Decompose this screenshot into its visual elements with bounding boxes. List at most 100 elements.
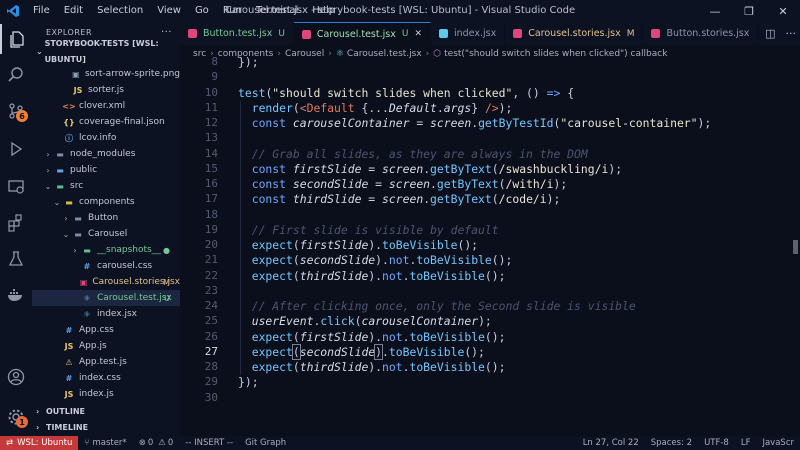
tree-item[interactable]: ⚛ index.jsx [32,306,180,322]
tab-button-stories-jsx[interactable]: Button.stories.jsx [643,22,759,45]
tree-item[interactable]: ⌄ ▬ src [32,178,180,194]
menu-item-go[interactable]: Go [188,0,216,22]
explorer-icon[interactable] [0,24,32,54]
menu-item-help[interactable]: Help [305,0,342,22]
line-number: 20 [204,238,218,251]
code-line[interactable]: // Grab all slides, as they are always i… [238,147,588,161]
close-icon[interactable]: ✕ [414,29,422,39]
remote-explorer-icon[interactable] [0,172,32,202]
file-type-icon: JS [73,85,83,95]
code-line[interactable]: expect(firstSlide).toBeVisible(); [238,238,478,252]
account-icon[interactable] [0,362,32,392]
outline-section[interactable]: › OUTLINE [32,404,180,420]
tree-item[interactable]: # index.css [32,370,180,386]
code-line[interactable]: test("should switch slides when clicked"… [238,86,574,100]
tree-item[interactable]: › ▬ node_modules [32,146,180,162]
tree-item[interactable]: <> clover.xml [32,98,180,114]
extensions-icon[interactable] [0,208,32,238]
code-editor[interactable]: 8}); 9 10 test("should switch slides when c… [180,55,800,436]
split-editor-icon[interactable]: ◫ [765,27,775,40]
minimize-icon[interactable]: — [698,0,732,22]
close-icon[interactable]: ✕ [766,0,800,22]
tree-item[interactable]: JS index.js [32,386,180,402]
outline-label: OUTLINE [46,407,85,416]
branch-indicator[interactable]: ⑂ master* [78,438,132,448]
workspace-root[interactable]: ⌄ STORYBOOK-TESTS [WSL: UBUNTU] [32,39,180,64]
line-number: 12 [204,116,218,129]
git-branch-icon: ⑂ [84,438,90,448]
menu-item-view[interactable]: View [150,0,188,22]
code-line[interactable]: expect(thirdSlide).not.toBeVisible(); [238,269,506,283]
tree-item[interactable]: › ▬ public [32,162,180,178]
line-number: 13 [204,131,218,145]
source-control-icon[interactable]: 6 [0,96,32,126]
tree-item[interactable]: ⓘ lcov.info [32,130,180,146]
language-mode[interactable]: JavaScr [756,438,800,448]
more-actions-icon[interactable]: ··· [161,22,172,44]
indentation[interactable]: Spaces: 2 [645,438,698,448]
code-line[interactable]: const thirdSlide = screen.getByText(/cod… [238,192,561,206]
file-type-icon [513,29,523,38]
code-line[interactable]: render(<Default {...Default.args} />); [238,101,513,115]
git-graph-button[interactable]: Git Graph [239,438,292,448]
scrollbar-marker[interactable] [793,240,798,254]
line-number: 14 [204,146,218,160]
tree-item[interactable]: › ▬ Button [32,210,180,226]
breadcrumb-item[interactable]: Carousel.test.jsx [347,49,422,59]
menu-item-selection[interactable]: Selection [90,0,150,22]
code-line[interactable]: expect(secondSlide).not.toBeVisible(); [238,253,513,267]
testing-icon[interactable] [0,244,32,274]
tree-item[interactable]: {} coverage-final.json [32,114,180,130]
file-type-icon: ▣ [79,277,88,287]
menu-item-edit[interactable]: Edit [57,0,90,22]
code-line[interactable]: userEvent.click(carouselContainer); [238,314,492,328]
tree-item[interactable]: JS App.js [32,338,180,354]
tree-item[interactable]: ▣ Carousel.stories.jsx M [32,274,180,290]
encoding[interactable]: UTF-8 [698,438,735,448]
tree-item[interactable]: # carousel.css [32,258,180,274]
timeline-section[interactable]: › TIMELINE [32,420,180,436]
problems-indicator[interactable]: ⊗ 0 ⚠ 0 [133,438,180,448]
breadcrumb-item[interactable]: Carousel [285,49,324,59]
tab-carousel-test-jsx[interactable]: Carousel.test.jsx U ✕ [293,22,431,45]
search-icon[interactable] [0,60,32,90]
cursor-position[interactable]: Ln 27, Col 22 [577,438,645,448]
settings-gear-icon[interactable]: 1 [0,402,32,432]
menu-item-terminal[interactable]: Terminal [249,0,305,22]
end-of-line[interactable]: LF [735,438,757,448]
code-line[interactable]: expect(firstSlide).not.toBeVisible(); [238,330,506,344]
more-actions-icon[interactable]: ··· [786,27,797,40]
run-debug-icon[interactable] [0,134,32,164]
tree-item-label: sort-arrow-sprite.png [84,69,180,79]
code-line[interactable]: const secondSlide = screen.getByText(/wi… [238,177,568,191]
git-status-badge: M [163,277,170,287]
tree-item[interactable]: ⚛ Carousel.test.jsx U [32,290,180,306]
code-line[interactable]: }); [238,375,259,389]
tree-item[interactable]: ⌄ ▬ components [32,194,180,210]
remote-indicator[interactable]: ⇄ WSL: Ubuntu [0,436,79,450]
menu-item-run[interactable]: Run [216,0,249,22]
file-type-icon: JS [64,389,74,399]
docker-icon[interactable] [0,280,32,310]
tree-item[interactable]: › ▬ __snapshots__ ● [32,242,180,258]
tree-item[interactable]: ▣ sort-arrow-sprite.png [32,66,180,82]
menu-item-file[interactable]: File [26,0,57,22]
code-line[interactable]: }); [238,55,259,69]
code-line[interactable]: const firstSlide = screen.getByText(/swa… [238,162,622,176]
tab-button-test-jsx[interactable]: Button.test.jsx U [180,22,294,45]
tab-index-jsx[interactable]: index.jsx [431,22,506,45]
tree-item[interactable]: ⌄ ▬ Carousel [32,226,180,242]
maximize-icon[interactable]: ❐ [732,0,766,22]
react-icon: ⚛ [335,48,344,59]
breadcrumb-item[interactable]: test("should switch slides when clicked"… [444,49,667,59]
code-line[interactable]: expect(thirdSlide).not.toBeVisible(); [238,360,506,374]
code-line[interactable]: // After clicking once, only the Second … [238,299,636,313]
code-line[interactable]: expect(secondSlide).toBeVisible(); [238,343,485,360]
tab-carousel-stories-jsx[interactable]: Carousel.stories.jsx M [505,22,644,45]
tree-item[interactable]: # App.css [32,322,180,338]
tree-item[interactable]: ⚠ App.test.js [32,354,180,370]
code-line[interactable]: const carouselContainer = screen.getByTe… [238,116,712,130]
tree-item[interactable]: JS sorter.js [32,82,180,98]
file-type-icon: ▣ [72,69,80,79]
code-line[interactable]: // First slide is visible by default [238,223,499,237]
